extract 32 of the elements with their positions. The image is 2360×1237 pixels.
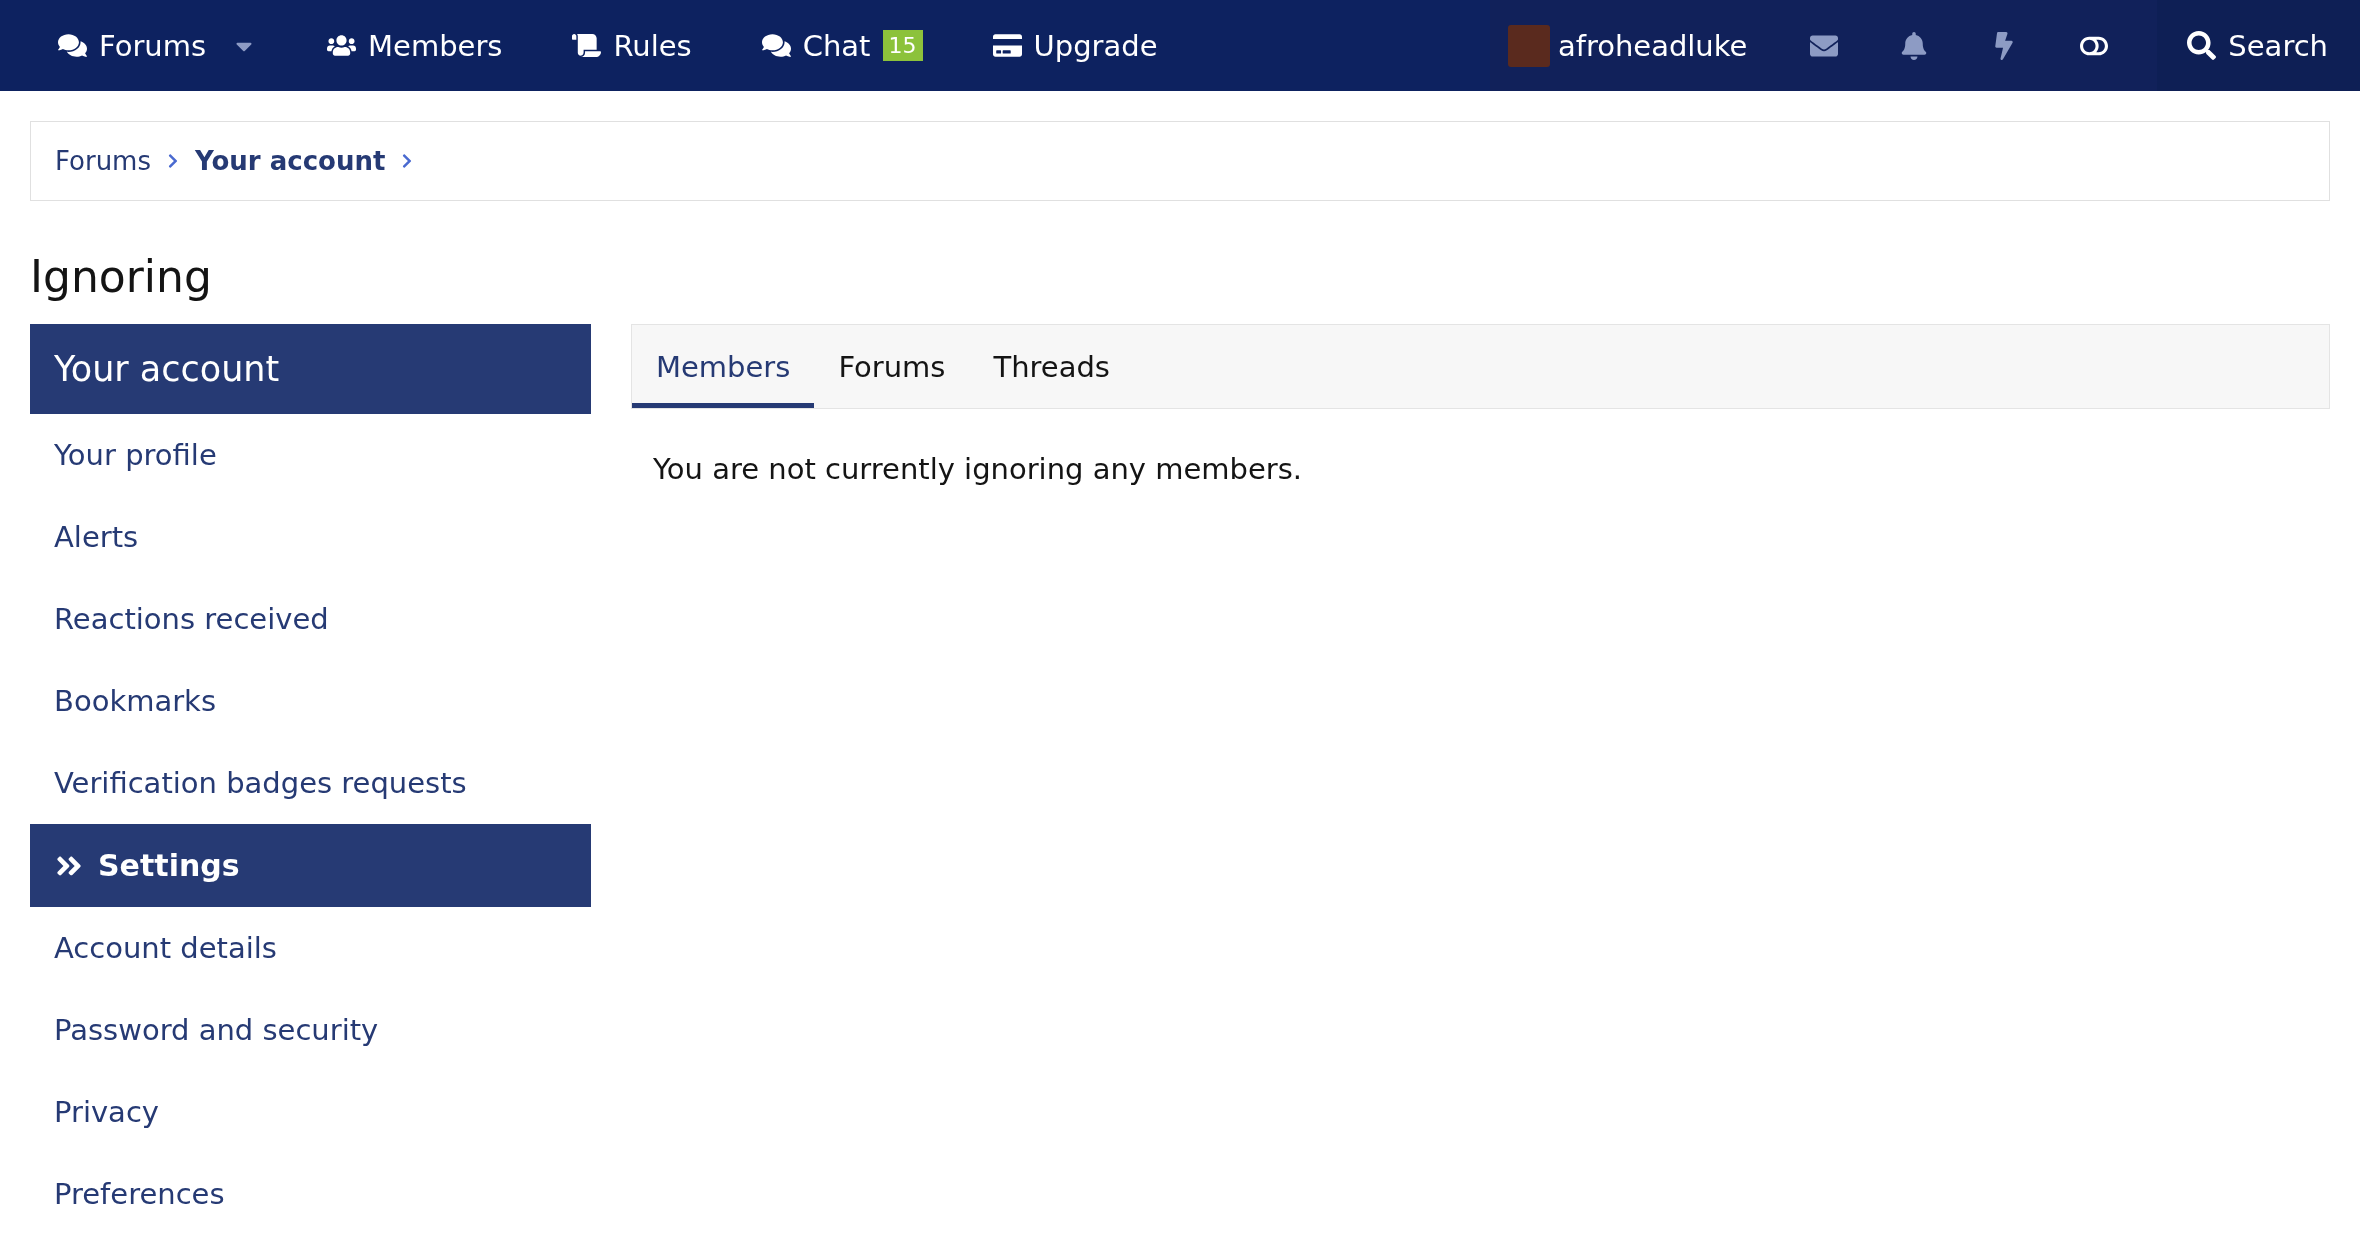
sidebar-section-header: Settings [30,824,591,907]
breadcrumb-link[interactable]: Forums [55,146,151,176]
page-title: Ignoring [30,251,213,302]
sidebar-link[interactable]: Preferences [30,1153,591,1235]
user-link[interactable]: afroheadluke [1507,24,1748,67]
sidebar-link[interactable]: Password and security [30,989,591,1071]
speech-bubbles-icon [58,31,87,60]
count-badge: 15 [882,30,923,61]
speech-bubbles-icon [761,31,791,60]
sidebar-link[interactable]: Alerts [30,496,591,578]
nav-link[interactable]: Forums [58,28,207,63]
tab[interactable]: Threads [969,325,1134,408]
sidebar-link[interactable]: Verification badges requests [30,742,591,824]
empty-message: You are not currently ignoring any members. [653,452,1304,486]
nav-link[interactable]: Members [327,28,503,63]
sidebar-link[interactable]: Your profile [30,414,591,496]
scroll-icon [572,31,602,60]
sidebar-section-header: Your account [30,324,591,414]
breadcrumb-link[interactable]: Your account [195,146,386,176]
credit-card-icon [992,31,1022,60]
tab[interactable]: Forums [814,325,970,408]
avatar-placeholder [1507,24,1550,67]
sidebar-link[interactable]: Bookmarks [30,660,591,742]
sidebar-link[interactable]: Privacy [30,1071,591,1153]
search-button[interactable]: Search [2157,0,2360,91]
nav-link[interactable]: Chat 15 [761,28,923,63]
sidebar-link[interactable]: Reactions received [30,578,591,660]
search-icon [2187,31,2217,60]
nav-link[interactable]: Upgrade [992,28,1158,63]
nav-link[interactable]: Rules [572,28,692,63]
tab[interactable]: Members [632,325,815,408]
sidebar-link[interactable]: Account details [30,907,591,989]
